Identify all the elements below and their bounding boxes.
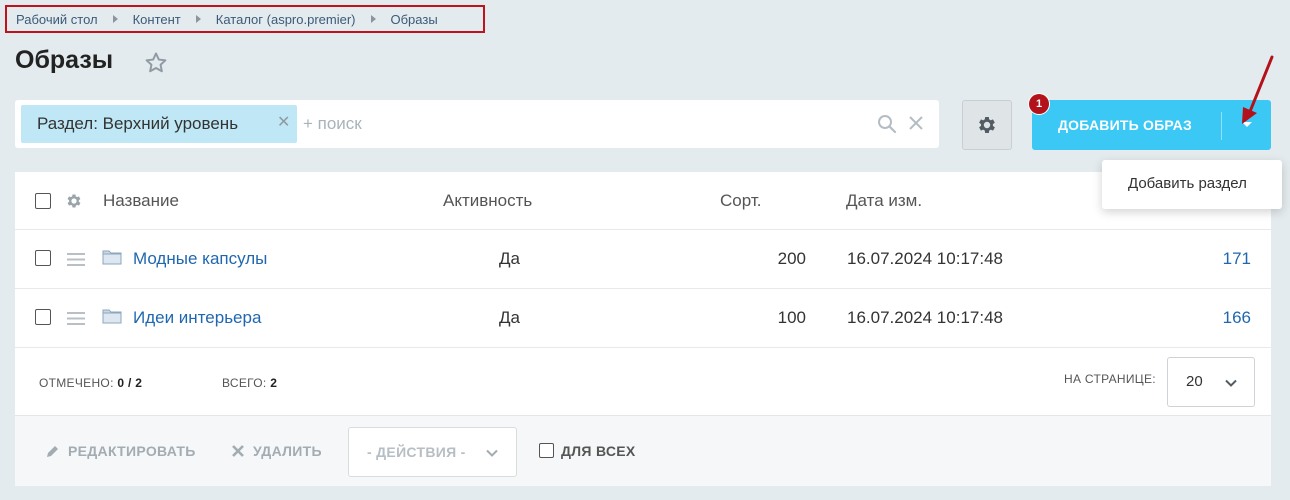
drag-handle-icon[interactable]: [67, 253, 85, 266]
column-header-activity[interactable]: Активность: [443, 191, 532, 211]
per-page-label: НА СТРАНИЦЕ:: [1064, 372, 1156, 386]
filter-search-bar[interactable]: Раздел: Верхний уровень ✕: [15, 100, 939, 148]
star-icon[interactable]: [143, 50, 169, 76]
actions-select[interactable]: - ДЕЙСТВИЯ -: [348, 427, 517, 477]
row-id-link[interactable]: 166: [1223, 308, 1251, 328]
add-image-label: ДОБАВИТЬ ОБРАЗ: [1058, 117, 1192, 133]
search-icon[interactable]: [877, 114, 897, 134]
breadcrumb-separator-icon: [112, 15, 118, 23]
select-all-checkbox[interactable]: [35, 193, 51, 209]
items-grid: Название Активность Сорт. Дата изм. Модн…: [15, 172, 1271, 415]
search-input[interactable]: [303, 108, 843, 140]
column-header-name[interactable]: Название: [103, 191, 179, 211]
for-all-checkbox[interactable]: [539, 443, 554, 458]
total-count: ВСЕГО: 2: [222, 376, 277, 390]
edit-label: РЕДАКТИРОВАТЬ: [68, 443, 196, 459]
row-date: 16.07.2024 10:17:48: [847, 249, 1003, 268]
add-dropdown-menu: Добавить раздел: [1102, 160, 1282, 209]
annotation-arrow-icon: [1242, 55, 1274, 124]
breadcrumb-item-current[interactable]: Образы: [391, 12, 438, 27]
filter-tag-label: Раздел: Верхний уровень: [37, 114, 239, 133]
filter-tag[interactable]: Раздел: Верхний уровень: [21, 105, 297, 143]
selected-label: ОТМЕЧЕНО:: [39, 376, 114, 390]
page-title: Образы: [15, 46, 114, 74]
delete-button[interactable]: УДАЛИТЬ: [231, 443, 322, 459]
row-id-link[interactable]: 171: [1223, 249, 1251, 269]
breadcrumb: Рабочий стол Контент Каталог (aspro.prem…: [5, 5, 485, 33]
edit-button[interactable]: РЕДАКТИРОВАТЬ: [46, 443, 196, 459]
column-header-sort[interactable]: Сорт.: [720, 191, 761, 211]
row-date: 16.07.2024 10:17:48: [847, 308, 1003, 327]
group-action-bar: РЕДАКТИРОВАТЬ УДАЛИТЬ - ДЕЙСТВИЯ - ДЛЯ В…: [15, 415, 1271, 486]
total-label: ВСЕГО:: [222, 376, 267, 390]
breadcrumb-item-content[interactable]: Контент: [133, 12, 181, 27]
tag-close-icon[interactable]: ✕: [277, 115, 290, 131]
step-badge-1: 1: [1029, 94, 1049, 114]
row-checkbox[interactable]: [35, 309, 51, 325]
grid-footer: ОТМЕЧЕНО: 0 / 2 ВСЕГО: 2 НА СТРАНИЦЕ: 20: [15, 349, 1271, 415]
per-page-select[interactable]: 20: [1167, 357, 1255, 407]
total-value: 2: [270, 376, 278, 390]
close-icon: [232, 445, 244, 457]
column-header-date[interactable]: Дата изм.: [846, 191, 922, 211]
chevron-down-icon: [1225, 379, 1237, 387]
delete-label: УДАЛИТЬ: [253, 443, 322, 459]
selected-count: ОТМЕЧЕНО: 0 / 2: [39, 376, 142, 390]
row-sort: 200: [777, 249, 806, 268]
folder-icon: [102, 250, 122, 265]
for-all-label[interactable]: ДЛЯ ВСЕХ: [561, 443, 636, 459]
grid-header: Название Активность Сорт. Дата изм.: [15, 172, 1271, 230]
per-page-value: 20: [1186, 373, 1203, 390]
actions-placeholder: - ДЕЙСТВИЯ -: [367, 444, 466, 460]
clear-icon[interactable]: [907, 114, 925, 132]
row-checkbox[interactable]: [35, 250, 51, 266]
chevron-down-icon: [486, 449, 498, 457]
gear-icon[interactable]: [65, 192, 83, 210]
row-name-link[interactable]: Модные капсулы: [133, 249, 267, 269]
folder-icon: [102, 309, 122, 324]
row-name-link[interactable]: Идеи интерьера: [133, 308, 261, 328]
breadcrumb-item-desktop[interactable]: Рабочий стол: [16, 12, 98, 27]
table-row[interactable]: Идеи интерьера Да 100 16.07.2024 10:17:4…: [15, 289, 1271, 348]
row-sort: 100: [777, 308, 806, 327]
row-active: Да: [499, 308, 520, 327]
pencil-icon: [47, 446, 58, 457]
breadcrumb-separator-icon: [195, 15, 201, 23]
table-row[interactable]: Модные капсулы Да 200 16.07.2024 10:17:4…: [15, 230, 1271, 289]
breadcrumb-item-catalog[interactable]: Каталог (aspro.premier): [216, 12, 356, 27]
gear-icon: [979, 117, 995, 133]
row-active: Да: [499, 249, 520, 268]
breadcrumb-separator-icon: [370, 15, 376, 23]
drag-handle-icon[interactable]: [67, 312, 85, 325]
settings-button[interactable]: [962, 100, 1012, 150]
selected-value: 0 / 2: [117, 376, 143, 390]
menu-item-add-section[interactable]: Добавить раздел: [1128, 175, 1247, 192]
